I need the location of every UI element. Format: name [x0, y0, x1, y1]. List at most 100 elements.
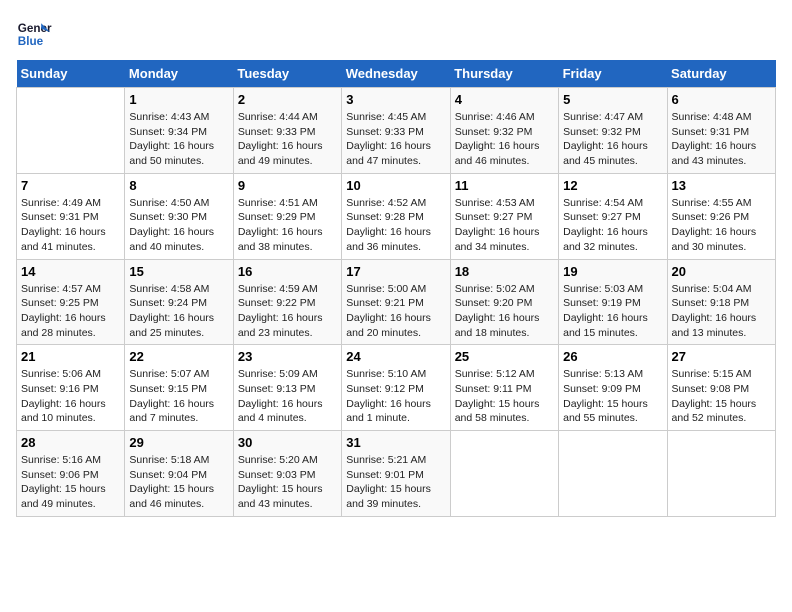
page-header: General Blue [16, 16, 776, 52]
day-number: 18 [455, 264, 554, 279]
day-number: 22 [129, 349, 228, 364]
day-number: 26 [563, 349, 662, 364]
calendar-week-2: 7 Sunrise: 4:49 AMSunset: 9:31 PMDaylight… [17, 173, 776, 259]
day-header-saturday: Saturday [667, 60, 775, 88]
day-number: 31 [346, 435, 445, 450]
day-number: 1 [129, 92, 228, 107]
day-info: Sunrise: 5:10 AMSunset: 9:12 PMDaylight:… [346, 367, 445, 426]
calendar-cell: 1 Sunrise: 4:43 AMSunset: 9:34 PMDaylight… [125, 88, 233, 174]
day-number: 12 [563, 178, 662, 193]
calendar-cell: 3 Sunrise: 4:45 AMSunset: 9:33 PMDaylight… [342, 88, 450, 174]
day-info: Sunrise: 5:12 AMSunset: 9:11 PMDaylight:… [455, 367, 554, 426]
calendar-cell: 2 Sunrise: 4:44 AMSunset: 9:33 PMDaylight… [233, 88, 341, 174]
calendar-header-row: SundayMondayTuesdayWednesdayThursdayFrid… [17, 60, 776, 88]
day-info: Sunrise: 4:51 AMSunset: 9:29 PMDaylight:… [238, 196, 337, 255]
calendar-cell: 29 Sunrise: 5:18 AMSunset: 9:04 PMDayligh… [125, 431, 233, 517]
calendar-cell: 23 Sunrise: 5:09 AMSunset: 9:13 PMDayligh… [233, 345, 341, 431]
day-info: Sunrise: 5:16 AMSunset: 9:06 PMDaylight:… [21, 453, 120, 512]
calendar-cell: 25 Sunrise: 5:12 AMSunset: 9:11 PMDayligh… [450, 345, 558, 431]
day-info: Sunrise: 5:03 AMSunset: 9:19 PMDaylight:… [563, 282, 662, 341]
day-info: Sunrise: 4:44 AMSunset: 9:33 PMDaylight:… [238, 110, 337, 169]
calendar-cell: 14 Sunrise: 4:57 AMSunset: 9:25 PMDayligh… [17, 259, 125, 345]
calendar-cell: 20 Sunrise: 5:04 AMSunset: 9:18 PMDayligh… [667, 259, 775, 345]
calendar-cell: 22 Sunrise: 5:07 AMSunset: 9:15 PMDayligh… [125, 345, 233, 431]
calendar-cell: 8Sunrise: 4:50 AMSunset: 9:30 PMDaylight… [125, 173, 233, 259]
day-info: Sunrise: 5:00 AMSunset: 9:21 PMDaylight:… [346, 282, 445, 341]
calendar-cell [667, 431, 775, 517]
day-header-sunday: Sunday [17, 60, 125, 88]
day-number: 3 [346, 92, 445, 107]
day-info: Sunrise: 4:58 AMSunset: 9:24 PMDaylight:… [129, 282, 228, 341]
day-info: Sunrise: 4:52 AMSunset: 9:28 PMDaylight:… [346, 196, 445, 255]
calendar-week-5: 28 Sunrise: 5:16 AMSunset: 9:06 PMDayligh… [17, 431, 776, 517]
day-header-tuesday: Tuesday [233, 60, 341, 88]
calendar-cell: 27Sunrise: 5:15 AMSunset: 9:08 PMDayligh… [667, 345, 775, 431]
svg-text:General: General [18, 22, 52, 35]
calendar-cell: 10 Sunrise: 4:52 AMSunset: 9:28 PMDayligh… [342, 173, 450, 259]
day-header-wednesday: Wednesday [342, 60, 450, 88]
logo-icon: General Blue [16, 16, 52, 52]
day-info: Sunrise: 4:57 AMSunset: 9:25 PMDaylight:… [21, 282, 120, 341]
calendar-cell: 5 Sunrise: 4:47 AMSunset: 9:32 PMDaylight… [559, 88, 667, 174]
calendar-cell: 21 Sunrise: 5:06 AMSunset: 9:16 PMDayligh… [17, 345, 125, 431]
calendar-cell [17, 88, 125, 174]
day-info: Sunrise: 5:20 AMSunset: 9:03 PMDaylight:… [238, 453, 337, 512]
day-number: 17 [346, 264, 445, 279]
day-number: 28 [21, 435, 120, 450]
calendar-cell: 31 Sunrise: 5:21 AMSunset: 9:01 PMDayligh… [342, 431, 450, 517]
calendar-cell [559, 431, 667, 517]
day-number: 30 [238, 435, 337, 450]
day-number: 25 [455, 349, 554, 364]
calendar-week-1: 1 Sunrise: 4:43 AMSunset: 9:34 PMDaylight… [17, 88, 776, 174]
calendar-cell: 24 Sunrise: 5:10 AMSunset: 9:12 PMDayligh… [342, 345, 450, 431]
calendar-cell: 9Sunrise: 4:51 AMSunset: 9:29 PMDaylight… [233, 173, 341, 259]
day-number: 5 [563, 92, 662, 107]
calendar-cell: 6Sunrise: 4:48 AMSunset: 9:31 PMDaylight… [667, 88, 775, 174]
day-number: 14 [21, 264, 120, 279]
day-info: Sunrise: 4:43 AMSunset: 9:34 PMDaylight:… [129, 110, 228, 169]
calendar-cell: 7 Sunrise: 4:49 AMSunset: 9:31 PMDaylight… [17, 173, 125, 259]
day-number: 13 [672, 178, 771, 193]
day-info: Sunrise: 5:09 AMSunset: 9:13 PMDaylight:… [238, 367, 337, 426]
day-info: Sunrise: 4:45 AMSunset: 9:33 PMDaylight:… [346, 110, 445, 169]
day-number: 20 [672, 264, 771, 279]
calendar-cell: 13Sunrise: 4:55 AMSunset: 9:26 PMDayligh… [667, 173, 775, 259]
day-number: 23 [238, 349, 337, 364]
day-header-friday: Friday [559, 60, 667, 88]
day-number: 24 [346, 349, 445, 364]
day-number: 7 [21, 178, 120, 193]
day-info: Sunrise: 4:49 AMSunset: 9:31 PMDaylight:… [21, 196, 120, 255]
day-info: Sunrise: 4:46 AMSunset: 9:32 PMDaylight:… [455, 110, 554, 169]
calendar-week-4: 21 Sunrise: 5:06 AMSunset: 9:16 PMDayligh… [17, 345, 776, 431]
day-info: Sunrise: 5:13 AMSunset: 9:09 PMDaylight:… [563, 367, 662, 426]
calendar-cell: 15 Sunrise: 4:58 AMSunset: 9:24 PMDayligh… [125, 259, 233, 345]
day-info: Sunrise: 4:50 AMSunset: 9:30 PMDaylight:… [129, 196, 228, 255]
day-number: 21 [21, 349, 120, 364]
day-info: Sunrise: 4:53 AMSunset: 9:27 PMDaylight:… [455, 196, 554, 255]
day-number: 11 [455, 178, 554, 193]
day-info: Sunrise: 5:21 AMSunset: 9:01 PMDaylight:… [346, 453, 445, 512]
day-number: 16 [238, 264, 337, 279]
day-info: Sunrise: 4:47 AMSunset: 9:32 PMDaylight:… [563, 110, 662, 169]
calendar-cell: 28 Sunrise: 5:16 AMSunset: 9:06 PMDayligh… [17, 431, 125, 517]
day-info: Sunrise: 5:07 AMSunset: 9:15 PMDaylight:… [129, 367, 228, 426]
day-info: Sunrise: 4:54 AMSunset: 9:27 PMDaylight:… [563, 196, 662, 255]
calendar-cell [450, 431, 558, 517]
calendar-cell: 16 Sunrise: 4:59 AMSunset: 9:22 PMDayligh… [233, 259, 341, 345]
day-number: 2 [238, 92, 337, 107]
day-header-thursday: Thursday [450, 60, 558, 88]
day-info: Sunrise: 5:02 AMSunset: 9:20 PMDaylight:… [455, 282, 554, 341]
day-number: 6 [672, 92, 771, 107]
calendar-cell: 26 Sunrise: 5:13 AMSunset: 9:09 PMDayligh… [559, 345, 667, 431]
day-number: 10 [346, 178, 445, 193]
day-number: 27 [672, 349, 771, 364]
day-info: Sunrise: 5:04 AMSunset: 9:18 PMDaylight:… [672, 282, 771, 341]
day-header-monday: Monday [125, 60, 233, 88]
day-number: 15 [129, 264, 228, 279]
day-info: Sunrise: 5:18 AMSunset: 9:04 PMDaylight:… [129, 453, 228, 512]
day-number: 19 [563, 264, 662, 279]
day-info: Sunrise: 5:06 AMSunset: 9:16 PMDaylight:… [21, 367, 120, 426]
day-info: Sunrise: 4:59 AMSunset: 9:22 PMDaylight:… [238, 282, 337, 341]
day-number: 29 [129, 435, 228, 450]
svg-text:Blue: Blue [18, 35, 44, 48]
